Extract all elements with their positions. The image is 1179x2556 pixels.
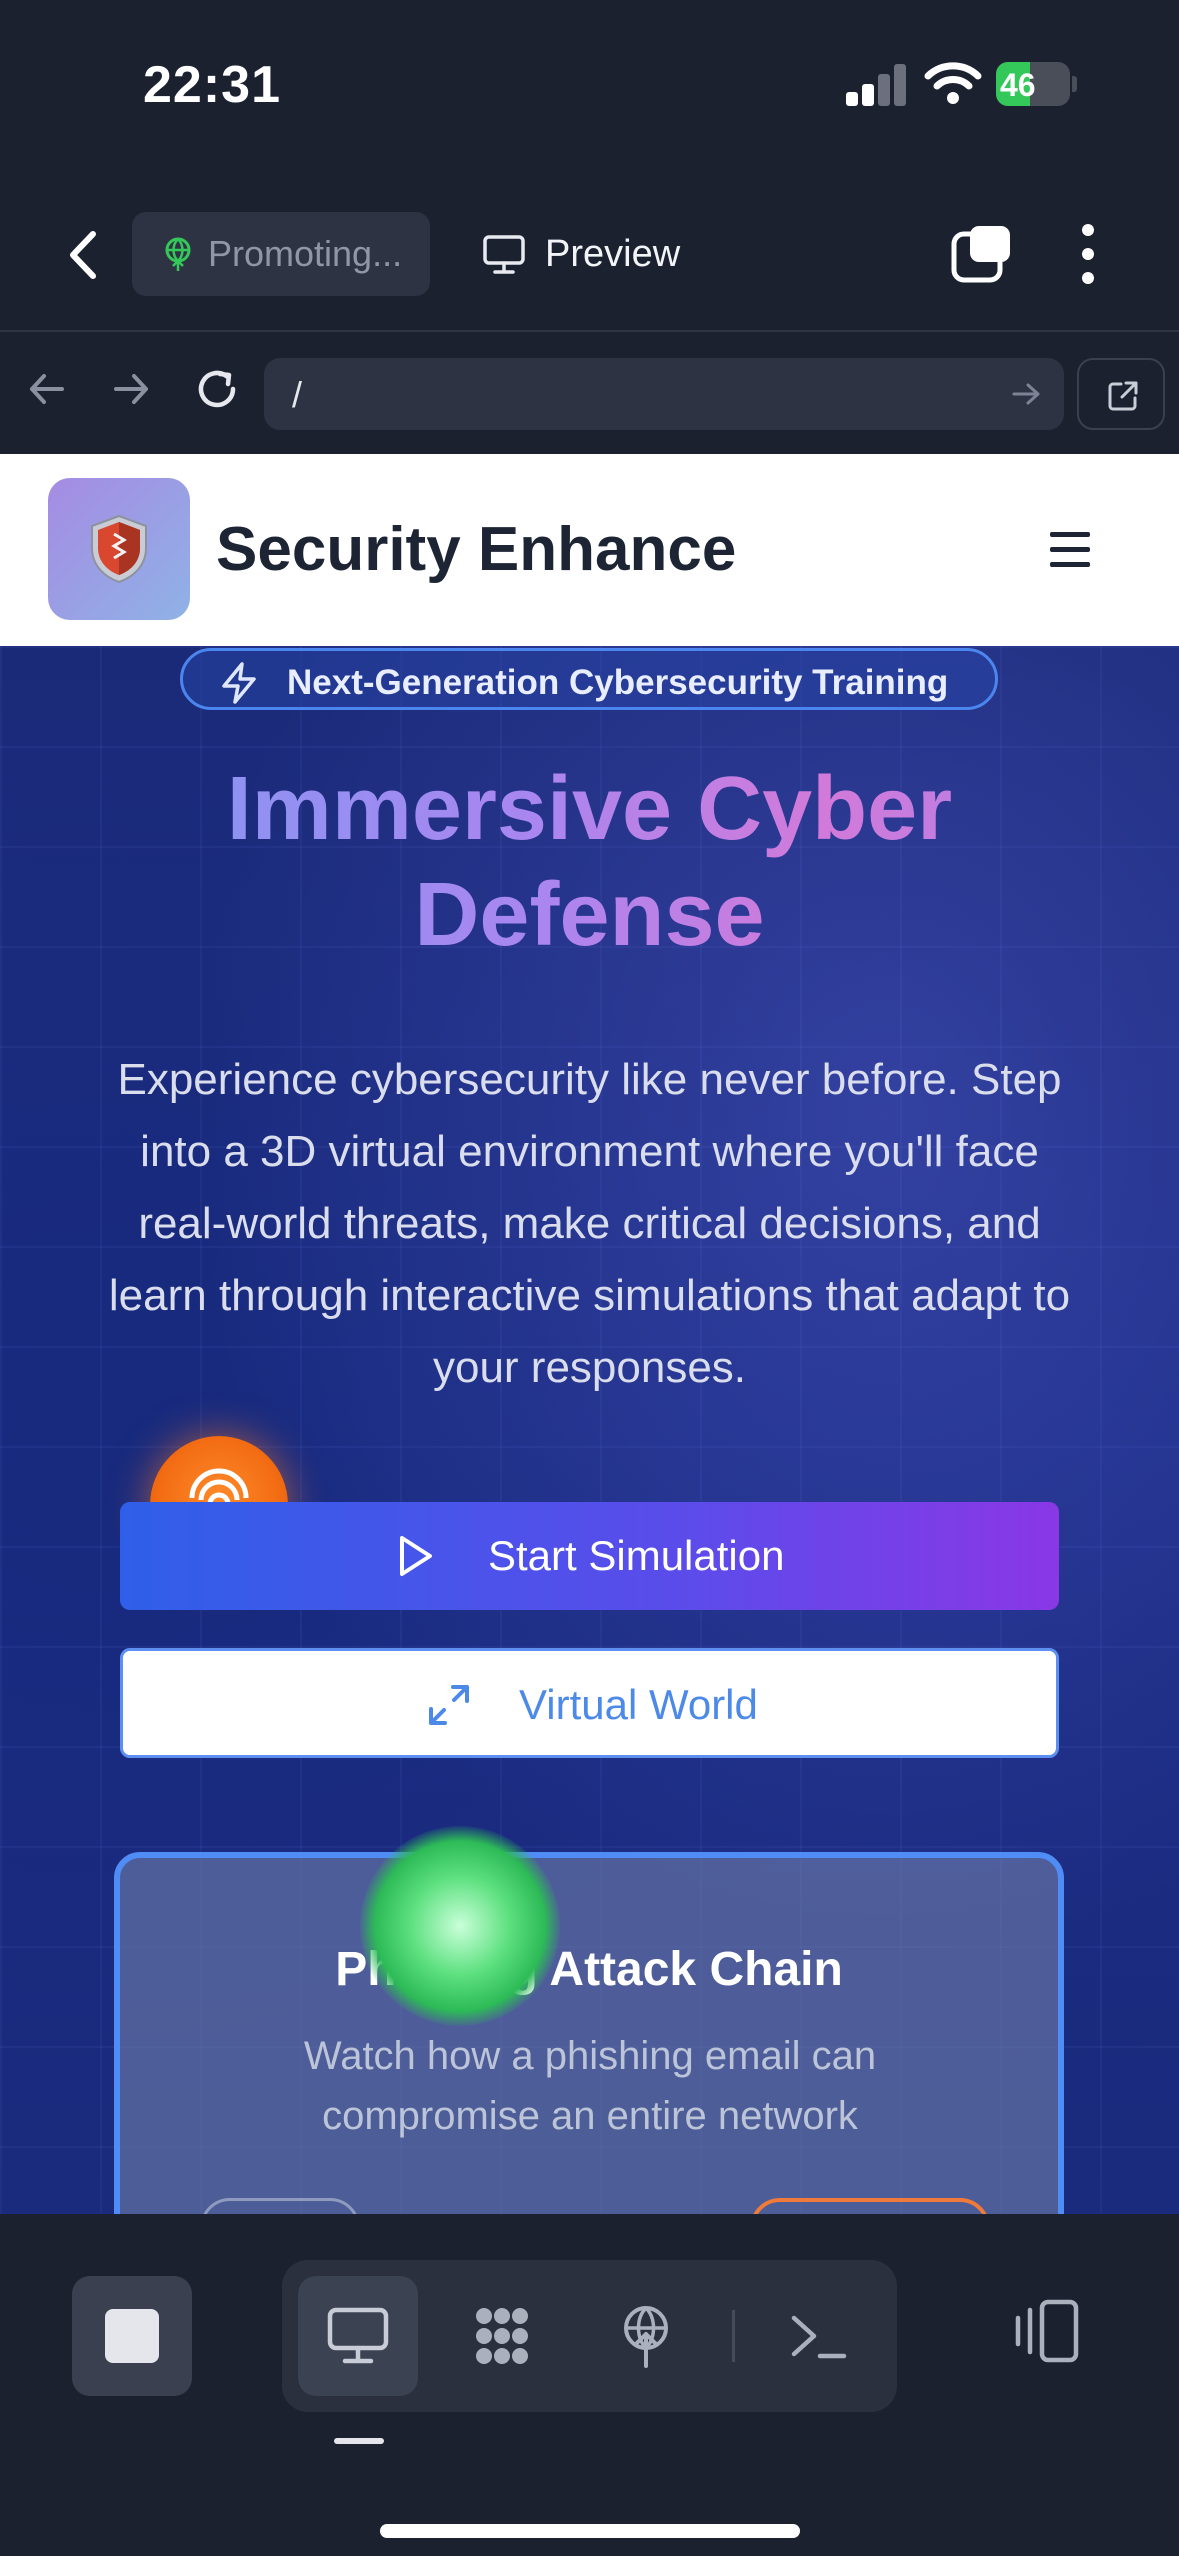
url-text: / <box>292 374 303 415</box>
menu-icon[interactable] <box>1050 530 1092 570</box>
hero-badge: Next-Generation Cybersecurity Training <box>180 648 998 710</box>
battery-level: 46 <box>1000 67 1036 103</box>
stop-button[interactable] <box>72 2276 192 2396</box>
hero-title-line-1: Immersive Cyber <box>226 759 953 859</box>
lightning-icon <box>222 662 256 704</box>
card-secondary-button[interactable] <box>200 2198 360 2214</box>
url-input[interactable]: / <box>264 358 1064 430</box>
cellular-signal-icon <box>846 62 906 106</box>
hero-description: Experience cybersecurity like never befo… <box>108 1055 1071 1392</box>
external-link-icon <box>1108 381 1138 411</box>
decorative-glow <box>360 1826 560 2026</box>
active-tool-indicator <box>334 2438 384 2444</box>
home-indicator[interactable] <box>380 2524 800 2538</box>
badge-label: Next-Generation Cybersecurity Training <box>287 663 949 702</box>
open-external-button[interactable] <box>1077 358 1165 430</box>
tool-components[interactable] <box>442 2276 562 2396</box>
more-options-button[interactable] <box>1070 222 1106 286</box>
start-simulation-label: Start Simulation <box>488 1532 785 1579</box>
simulation-card[interactable]: Phishing Attack Chain Watch how a phishi… <box>114 1852 1064 2214</box>
arrow-right-icon <box>114 374 148 404</box>
monitor-icon <box>483 235 525 274</box>
preview-label: Preview <box>545 233 681 275</box>
terminal-icon <box>791 2315 847 2359</box>
reload-icon <box>198 370 236 408</box>
layout-toggle-button[interactable] <box>1008 2296 1084 2366</box>
virtual-world-label: Virtual World <box>519 1681 758 1728</box>
stop-icon <box>105 2309 159 2363</box>
back-button[interactable] <box>55 220 115 290</box>
monitor-icon <box>327 2307 389 2364</box>
project-label: Promoting... <box>208 233 403 274</box>
wifi-icon <box>924 58 982 106</box>
card-title: Phishing Attack Chain <box>335 1943 843 1996</box>
status-bar: 22:31 46 <box>0 0 1179 180</box>
tabs-icon <box>951 226 1010 283</box>
site-header: Security Enhance <box>0 454 1179 646</box>
tool-terminal[interactable] <box>758 2276 878 2396</box>
hero-section: Next-Generation Cybersecurity Training I… <box>0 646 1179 2214</box>
browser-address-row: / <box>0 330 1179 454</box>
site-logo[interactable] <box>48 478 190 620</box>
hero-title: Immersive Cyber Defense <box>0 756 1179 968</box>
more-vertical-icon <box>1082 224 1094 284</box>
go-arrow-icon[interactable] <box>1010 378 1042 410</box>
app-toolbar: Promoting... Preview <box>0 180 1179 330</box>
browser-forward-button[interactable] <box>106 364 156 414</box>
chevron-left-icon <box>70 231 96 279</box>
battery-icon: 46 <box>996 62 1077 106</box>
globe-upload-icon <box>624 2306 668 2368</box>
card-primary-button[interactable] <box>750 2198 990 2214</box>
shield-icon <box>91 514 147 584</box>
reload-button[interactable] <box>192 364 242 414</box>
blocks-icon <box>476 2308 528 2364</box>
start-simulation-button[interactable]: Start Simulation <box>120 1502 1059 1610</box>
globe-icon <box>165 237 191 271</box>
side-panel-icon <box>1015 2299 1079 2363</box>
arrow-left-icon <box>30 374 64 404</box>
tool-switcher <box>282 2260 897 2412</box>
preview-button[interactable]: Preview <box>478 212 718 296</box>
card-description: Watch how a phishing email can compromis… <box>303 2034 877 2138</box>
hero-title-line-2: Defense <box>414 865 765 965</box>
tool-separator <box>732 2310 735 2362</box>
browser-back-button[interactable] <box>22 364 72 414</box>
tool-preview[interactable] <box>298 2276 418 2396</box>
web-preview: Security Enhance Next-Generation Cyberse… <box>0 454 1179 2214</box>
site-title: Security Enhance <box>216 515 737 584</box>
virtual-world-button[interactable]: Virtual World <box>120 1648 1059 1758</box>
play-icon <box>400 1536 432 1576</box>
tabs-button[interactable] <box>950 222 1014 286</box>
status-time: 22:31 <box>143 56 281 114</box>
project-selector[interactable]: Promoting... <box>132 212 430 296</box>
expand-icon <box>429 1685 469 1725</box>
tool-publish[interactable] <box>586 2276 706 2396</box>
bottom-toolbar <box>0 2214 1179 2556</box>
